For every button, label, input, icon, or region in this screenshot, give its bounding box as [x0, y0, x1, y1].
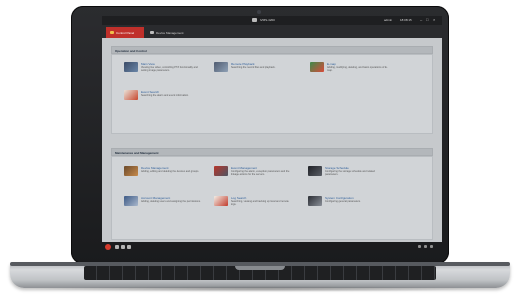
module-desc: Configuring general parameters.: [325, 200, 361, 203]
module-event-search[interactable]: Event Search Searching the alarm and eve…: [124, 90, 204, 110]
settings-icon: [308, 196, 322, 206]
tray-icon[interactable]: [430, 245, 433, 248]
module-event-management[interactable]: Event Management Configuring the alarm, …: [214, 166, 294, 186]
module-desc: Configuring the storage schedule and rel…: [325, 170, 375, 176]
taskbar-app-icon[interactable]: [127, 245, 131, 249]
event-search-icon: [124, 90, 138, 100]
module-desc: Configuring the alarm, exception paramet…: [231, 170, 290, 176]
module-desc: Viewing live video, controlling PTZ func…: [141, 66, 198, 72]
module-device-management[interactable]: Device Management Adding, editing and de…: [124, 166, 204, 186]
log-icon: [214, 196, 228, 206]
webcam: [257, 10, 261, 14]
module-storage-schedule[interactable]: Storage Schedule Configuring the storage…: [308, 166, 388, 186]
tray-icon[interactable]: [418, 245, 421, 248]
tab-label: Device Management: [156, 30, 184, 35]
clock: 18:08:15: [400, 18, 412, 22]
laptop-base: [10, 262, 510, 288]
module-system-configuration[interactable]: System Configuration Configuring general…: [308, 196, 388, 216]
monitor-icon: [124, 62, 138, 72]
title-bar: iVMS-4200 admin 18:08:15 – □ ×: [102, 16, 442, 25]
control-panel: Operation and Control Main View Viewing …: [102, 38, 442, 242]
module-desc: Adding, modifying, deleting, and basic o…: [327, 66, 388, 72]
taskbar-app-icon[interactable]: [115, 245, 119, 249]
module-remote-playback[interactable]: Remote Playback Searching the record fil…: [214, 62, 294, 82]
shadow: [30, 286, 490, 292]
module-e-map[interactable]: E-map Adding, modifying, deleting, and b…: [310, 62, 390, 82]
app-logo-icon: [252, 18, 257, 22]
taskbar-app-icon[interactable]: [121, 245, 125, 249]
device-icon: [124, 166, 138, 176]
tab-control-panel[interactable]: Control Panel: [106, 27, 144, 38]
module-main-view[interactable]: Main View Viewing live video, controllin…: [124, 62, 204, 82]
minimize-icon[interactable]: –: [420, 18, 424, 22]
module-account-management[interactable]: Account Management Adding, deleting user…: [124, 196, 204, 216]
module-desc: Adding, editing and deleting the devices…: [141, 170, 200, 173]
section-header: Maintenance and Management: [111, 148, 433, 156]
module-desc: Adding, deleting users and assigning the…: [141, 200, 201, 203]
start-button-icon[interactable]: [105, 244, 111, 250]
maximize-icon[interactable]: □: [426, 18, 430, 22]
laptop-screen: iVMS-4200 admin 18:08:15 – □ × Control P…: [102, 16, 442, 252]
module-log-search[interactable]: Log Search Searching, viewing and backin…: [214, 196, 294, 216]
lid-notch: [235, 266, 285, 270]
device-management-tab-icon: [150, 31, 154, 34]
storage-icon: [308, 166, 322, 176]
playback-icon: [214, 62, 228, 72]
taskbar: [102, 242, 442, 252]
module-desc: Searching, viewing and backing up local …: [231, 200, 289, 206]
tab-device-management[interactable]: Device Management: [146, 27, 198, 38]
tab-bar: Control Panel Device Management: [102, 25, 442, 39]
app-title: iVMS-4200: [260, 18, 275, 22]
current-user: admin: [384, 18, 393, 22]
module-desc: Searching the record files and playback.: [231, 66, 276, 69]
event-management-icon: [214, 166, 228, 176]
control-panel-icon: [110, 31, 114, 34]
map-icon: [310, 62, 324, 72]
account-icon: [124, 196, 138, 206]
close-icon[interactable]: ×: [433, 18, 437, 22]
module-desc: Searching the alarm and event informatio…: [141, 94, 189, 97]
tab-label: Control Panel: [116, 30, 135, 35]
section-header: Operation and Control: [111, 46, 433, 54]
tray-icon[interactable]: [424, 245, 427, 248]
